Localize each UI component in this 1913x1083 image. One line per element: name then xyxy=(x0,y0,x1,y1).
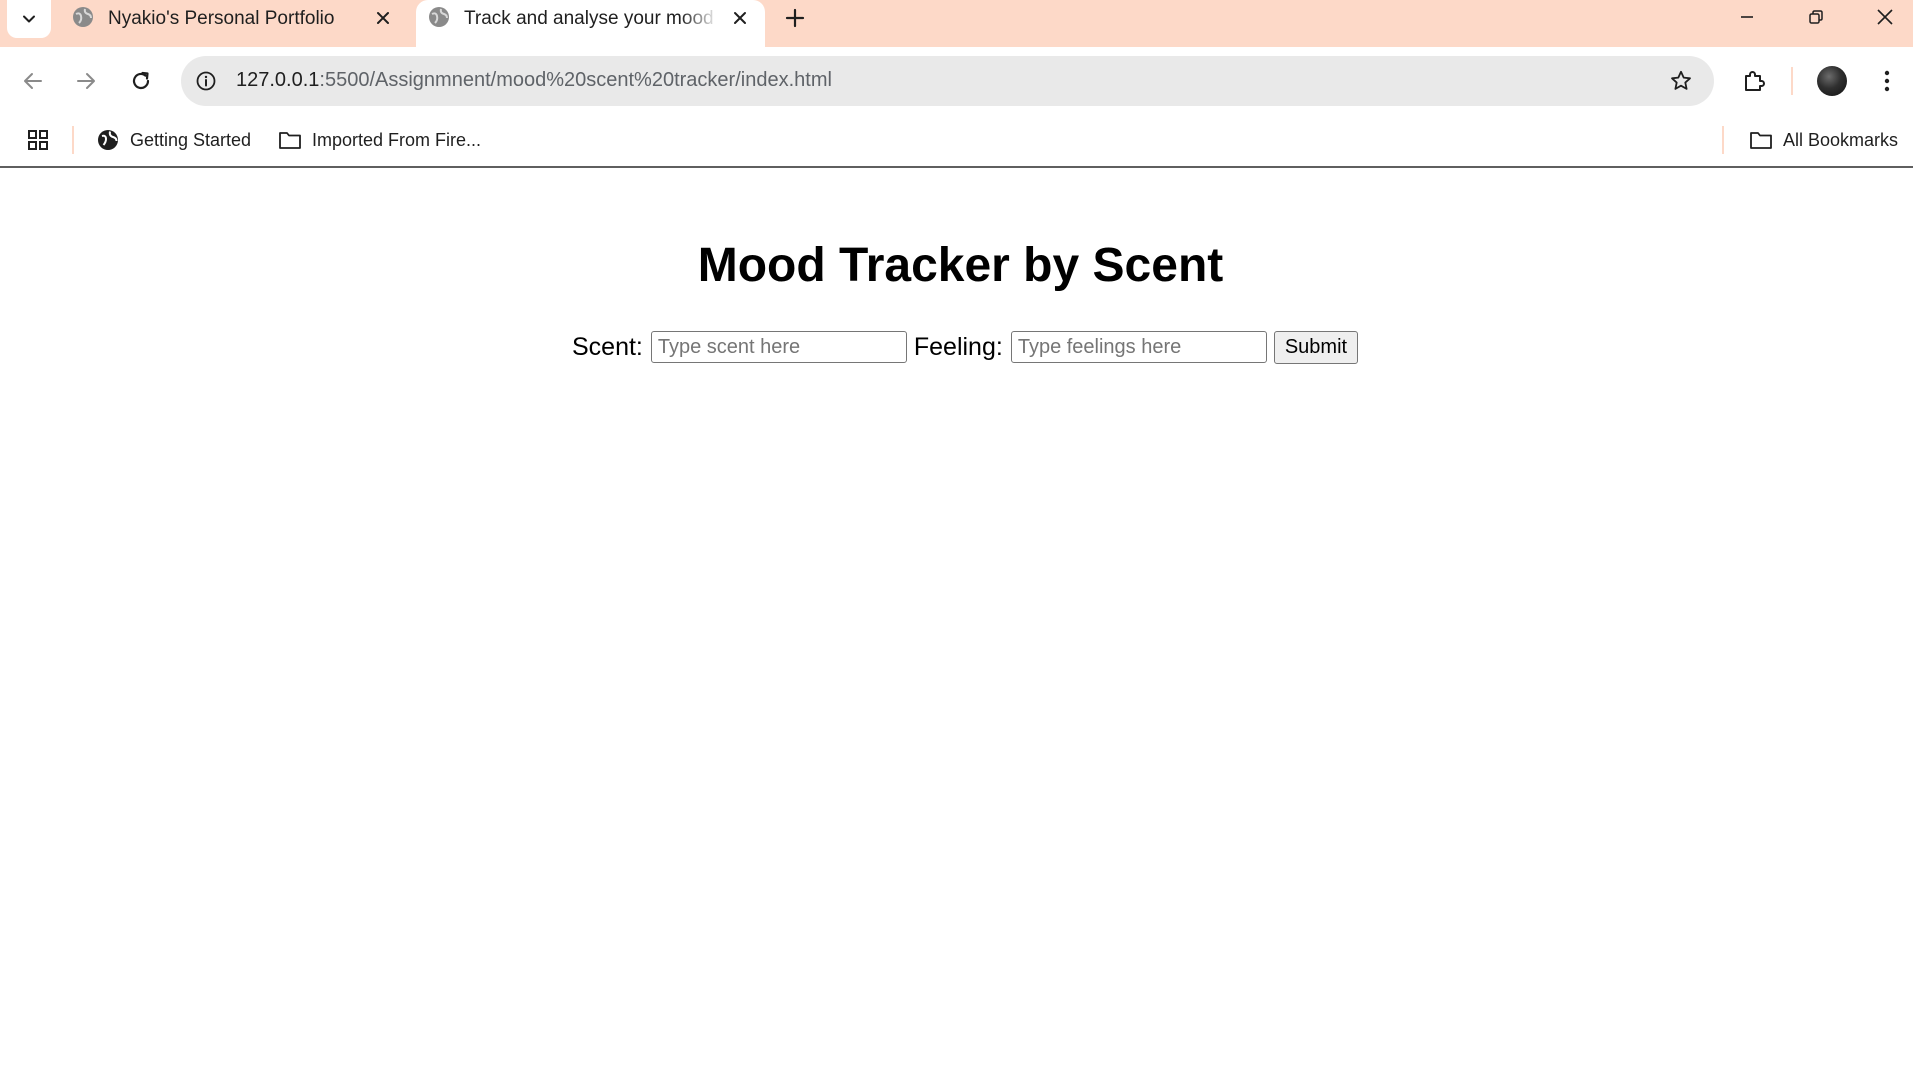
new-tab-button[interactable] xyxy=(781,4,809,32)
back-button[interactable] xyxy=(15,63,51,99)
folder-icon xyxy=(278,128,302,152)
minimize-icon xyxy=(1741,16,1753,18)
tab-strip: Nyakio's Personal Portfolio Track and an… xyxy=(0,0,1913,47)
close-window-button[interactable] xyxy=(1862,0,1908,34)
url-host: 127.0.0.1 xyxy=(236,69,320,91)
forward-button[interactable] xyxy=(68,63,104,99)
bookmarks-bar: Getting Started Imported From Fire... Al… xyxy=(0,115,1913,168)
tab-search-button[interactable] xyxy=(7,0,51,38)
browser-toolbar: 127.0.0.1:5500/Assignmnent/mood%20scent%… xyxy=(0,47,1913,115)
globe-icon xyxy=(73,7,93,27)
extensions-button[interactable] xyxy=(1736,63,1772,99)
close-icon[interactable] xyxy=(729,7,751,29)
bookmark-label: Imported From Fire... xyxy=(312,129,482,150)
restore-button[interactable] xyxy=(1793,0,1839,34)
toolbar-divider xyxy=(1791,67,1793,95)
submit-button[interactable]: Submit xyxy=(1273,330,1359,364)
tab-mood-tracker[interactable]: Track and analyse your mood by scent xyxy=(416,0,765,47)
plus-icon xyxy=(785,8,805,28)
puzzle-icon xyxy=(1745,71,1765,91)
info-icon[interactable] xyxy=(193,68,219,94)
bookmarks-divider xyxy=(72,126,74,154)
feeling-input[interactable] xyxy=(1010,331,1267,363)
url-path: :5500/Assignmnent/mood%20scent%20tracker… xyxy=(319,69,832,91)
folder-icon xyxy=(1749,128,1773,152)
globe-icon xyxy=(96,128,120,152)
feeling-label: Feeling: xyxy=(913,332,1003,361)
reload-button[interactable] xyxy=(123,63,159,99)
page-title: Mood Tracker by Scent xyxy=(697,239,1224,292)
apps-button[interactable] xyxy=(26,125,50,155)
star-icon[interactable] xyxy=(1668,68,1694,94)
tab-portfolio[interactable]: Nyakio's Personal Portfolio xyxy=(60,0,408,47)
avatar xyxy=(1817,66,1847,96)
reload-icon xyxy=(132,71,150,90)
bookmark-folder-imported[interactable]: Imported From Fire... xyxy=(278,125,481,155)
chevron-down-icon xyxy=(23,15,35,23)
scent-label: Scent: xyxy=(572,332,643,361)
close-icon xyxy=(1877,9,1893,25)
close-icon[interactable] xyxy=(372,7,394,29)
address-bar[interactable]: 127.0.0.1:5500/Assignmnent/mood%20scent%… xyxy=(181,56,1714,106)
scent-input[interactable] xyxy=(650,331,907,363)
url-text[interactable]: 127.0.0.1:5500/Assignmnent/mood%20scent%… xyxy=(236,69,832,92)
bookmark-getting-started[interactable]: Getting Started xyxy=(96,125,251,155)
tab-title: Track and analyse your mood by scent xyxy=(464,8,719,29)
all-bookmarks-button[interactable]: All Bookmarks xyxy=(1749,125,1898,155)
arrow-left-icon xyxy=(24,73,42,89)
profile-button[interactable] xyxy=(1814,63,1850,99)
tab-title: Nyakio's Personal Portfolio xyxy=(108,8,335,29)
page-content: Mood Tracker by Scent Scent: Feeling: Su… xyxy=(0,170,1913,1083)
restore-icon xyxy=(1809,10,1823,24)
mood-form: Scent: Feeling: Submit xyxy=(572,330,1359,364)
more-vertical-icon xyxy=(1884,70,1890,92)
minimize-button[interactable] xyxy=(1724,0,1770,34)
all-bookmarks-label: All Bookmarks xyxy=(1783,129,1899,150)
bookmarks-divider xyxy=(1722,126,1724,154)
bookmark-label: Getting Started xyxy=(130,129,252,150)
globe-icon xyxy=(429,7,449,27)
apps-grid-icon xyxy=(28,130,48,150)
arrow-right-icon xyxy=(77,73,95,89)
menu-button[interactable] xyxy=(1869,63,1905,99)
